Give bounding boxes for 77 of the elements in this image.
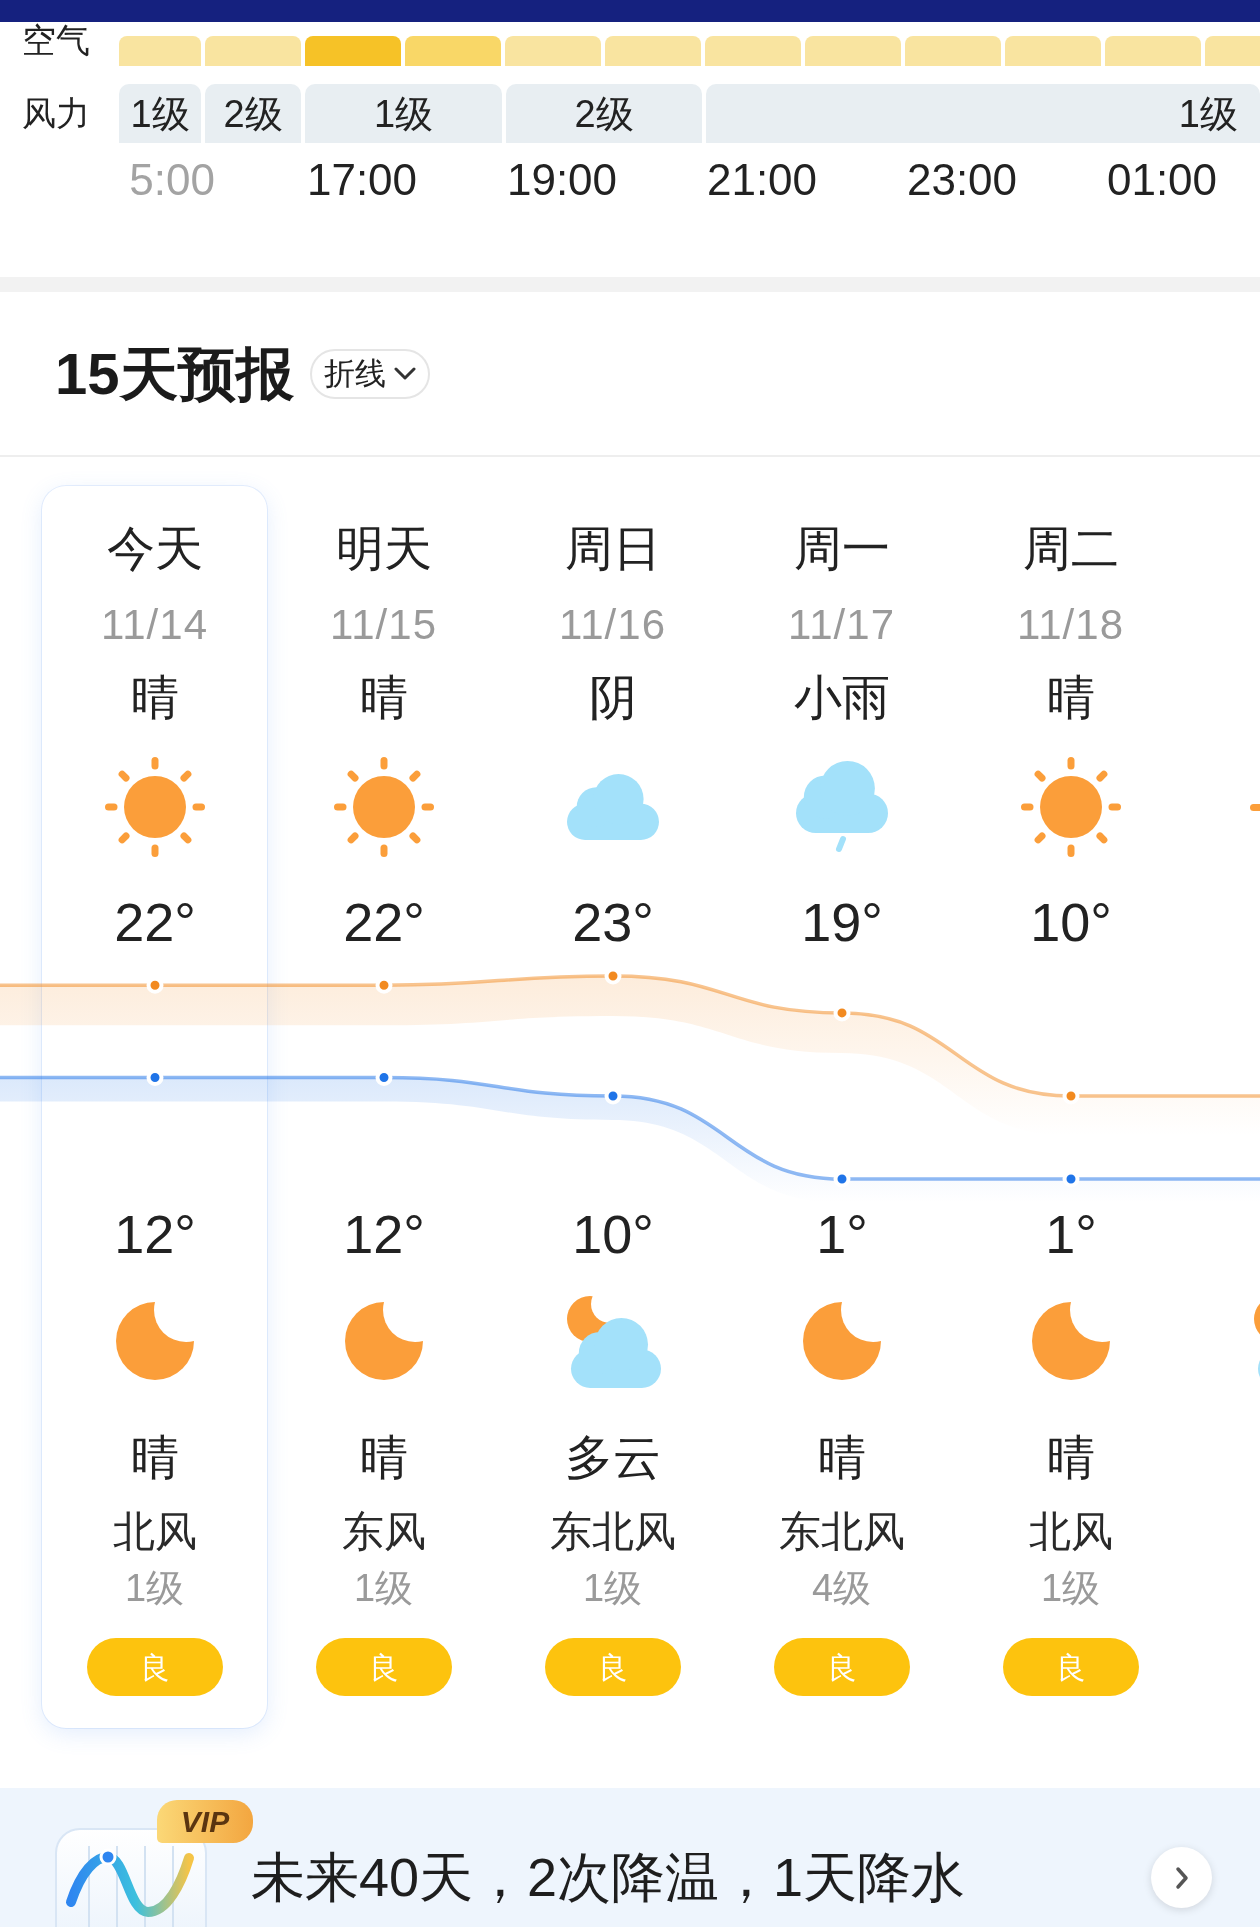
wind-force-segment: 2级: [506, 84, 702, 143]
chart-style-dropdown[interactable]: 折线: [309, 348, 430, 399]
weather-condition: 小雨: [793, 672, 890, 725]
wind-force-segment: 1级: [119, 84, 201, 143]
temperature-label: 1°: [1044, 1204, 1097, 1264]
sun-icon: [103, 756, 206, 858]
wind-force: 1级: [353, 1568, 414, 1610]
temperature-label: 19°: [800, 892, 883, 952]
weather-condition: 晴: [1046, 1432, 1095, 1485]
hour-label: 01:00: [1106, 160, 1218, 200]
wind-force: 4级: [811, 1568, 872, 1610]
chevron-down-icon: [393, 366, 416, 381]
air-quality-badge: 良: [86, 1638, 223, 1696]
air-quality-badge: 良: [544, 1638, 681, 1696]
wind-direction: 东北风: [549, 1508, 676, 1556]
wind-direction: 北风: [112, 1508, 197, 1556]
temperature-label: 12°: [113, 1204, 196, 1264]
date-label: 11/18: [1017, 601, 1124, 649]
air-quality-badge: 良: [315, 1638, 452, 1696]
weekday-label: 周一: [793, 523, 890, 576]
sun-icon: [1019, 756, 1122, 858]
wind-force-segment: 2级: [205, 84, 301, 143]
rain-cloud-icon: [795, 761, 888, 853]
wind-force: 1级: [1040, 1568, 1101, 1610]
date-label: 11/15: [330, 601, 437, 649]
promo-banner[interactable]: VIP 未来40天，2次降温，1天降水: [0, 1788, 1260, 1927]
moon-icon: [802, 1302, 881, 1380]
moon-cloud-icon: [564, 1294, 661, 1388]
vip-badge: VIP: [157, 1800, 253, 1843]
moon-icon: [344, 1302, 423, 1380]
temperature-label: 10°: [1029, 892, 1112, 952]
moon-icon: [115, 1302, 194, 1380]
wind-direction: 东北风: [778, 1508, 905, 1556]
sun-icon: [332, 756, 435, 858]
weather-condition: 晴: [130, 1432, 179, 1485]
chevron-right-icon: [1174, 1865, 1189, 1890]
wind-direction: 东风: [341, 1508, 426, 1556]
cloud-icon: [566, 774, 659, 840]
hour-label: 5:00: [129, 160, 215, 200]
row-label: 空气: [22, 22, 90, 60]
promo-text: 未来40天，2次降温，1天降水: [251, 1846, 966, 1909]
wind-force: 1级: [124, 1568, 185, 1610]
wind-force-segment: 1级: [706, 84, 1260, 143]
weather-condition: 晴: [359, 1432, 408, 1485]
weather-condition: 多云: [564, 1432, 661, 1485]
date-label: 11/14: [101, 601, 208, 649]
weather-condition: 晴: [817, 1432, 866, 1485]
date-label: 11/16: [559, 601, 666, 649]
wind-force: 1级: [582, 1568, 643, 1610]
wind-direction: 北风: [1028, 1508, 1113, 1556]
weather-condition: 阴: [588, 672, 637, 725]
temperature-label: 12°: [342, 1204, 425, 1264]
air-quality-badge: 良: [1002, 1638, 1139, 1696]
hour-label: 19:00: [506, 160, 618, 200]
row-label: 风力: [22, 94, 90, 133]
temperature-label: 1°: [815, 1204, 868, 1264]
sun-icon: [1249, 803, 1260, 811]
forward-button[interactable]: [1151, 1847, 1212, 1908]
temperature-label: 22°: [342, 892, 425, 952]
air-quality-badge: 良: [773, 1638, 910, 1696]
section-title: 15天预报: [55, 341, 294, 406]
temperature-label: 23°: [571, 892, 654, 952]
weather-condition: 晴: [359, 672, 408, 725]
weather-condition: 晴: [1046, 672, 1095, 725]
moon-icon: [1031, 1302, 1110, 1380]
temperature-label: 10°: [571, 1204, 654, 1264]
weekday-label: 周日: [564, 523, 661, 576]
temperature-label: 22°: [113, 892, 196, 952]
hour-label: 23:00: [906, 160, 1018, 200]
hour-label: 17:00: [306, 160, 418, 200]
weather-condition: 晴: [130, 672, 179, 725]
weekday-label: 周二: [1022, 523, 1119, 576]
weekday-label: 今天: [106, 523, 203, 576]
hour-label: 21:00: [706, 160, 818, 200]
weekday-label: 明天: [335, 523, 432, 576]
date-label: 11/17: [788, 601, 895, 649]
wind-force-segment: 1级: [305, 84, 502, 143]
